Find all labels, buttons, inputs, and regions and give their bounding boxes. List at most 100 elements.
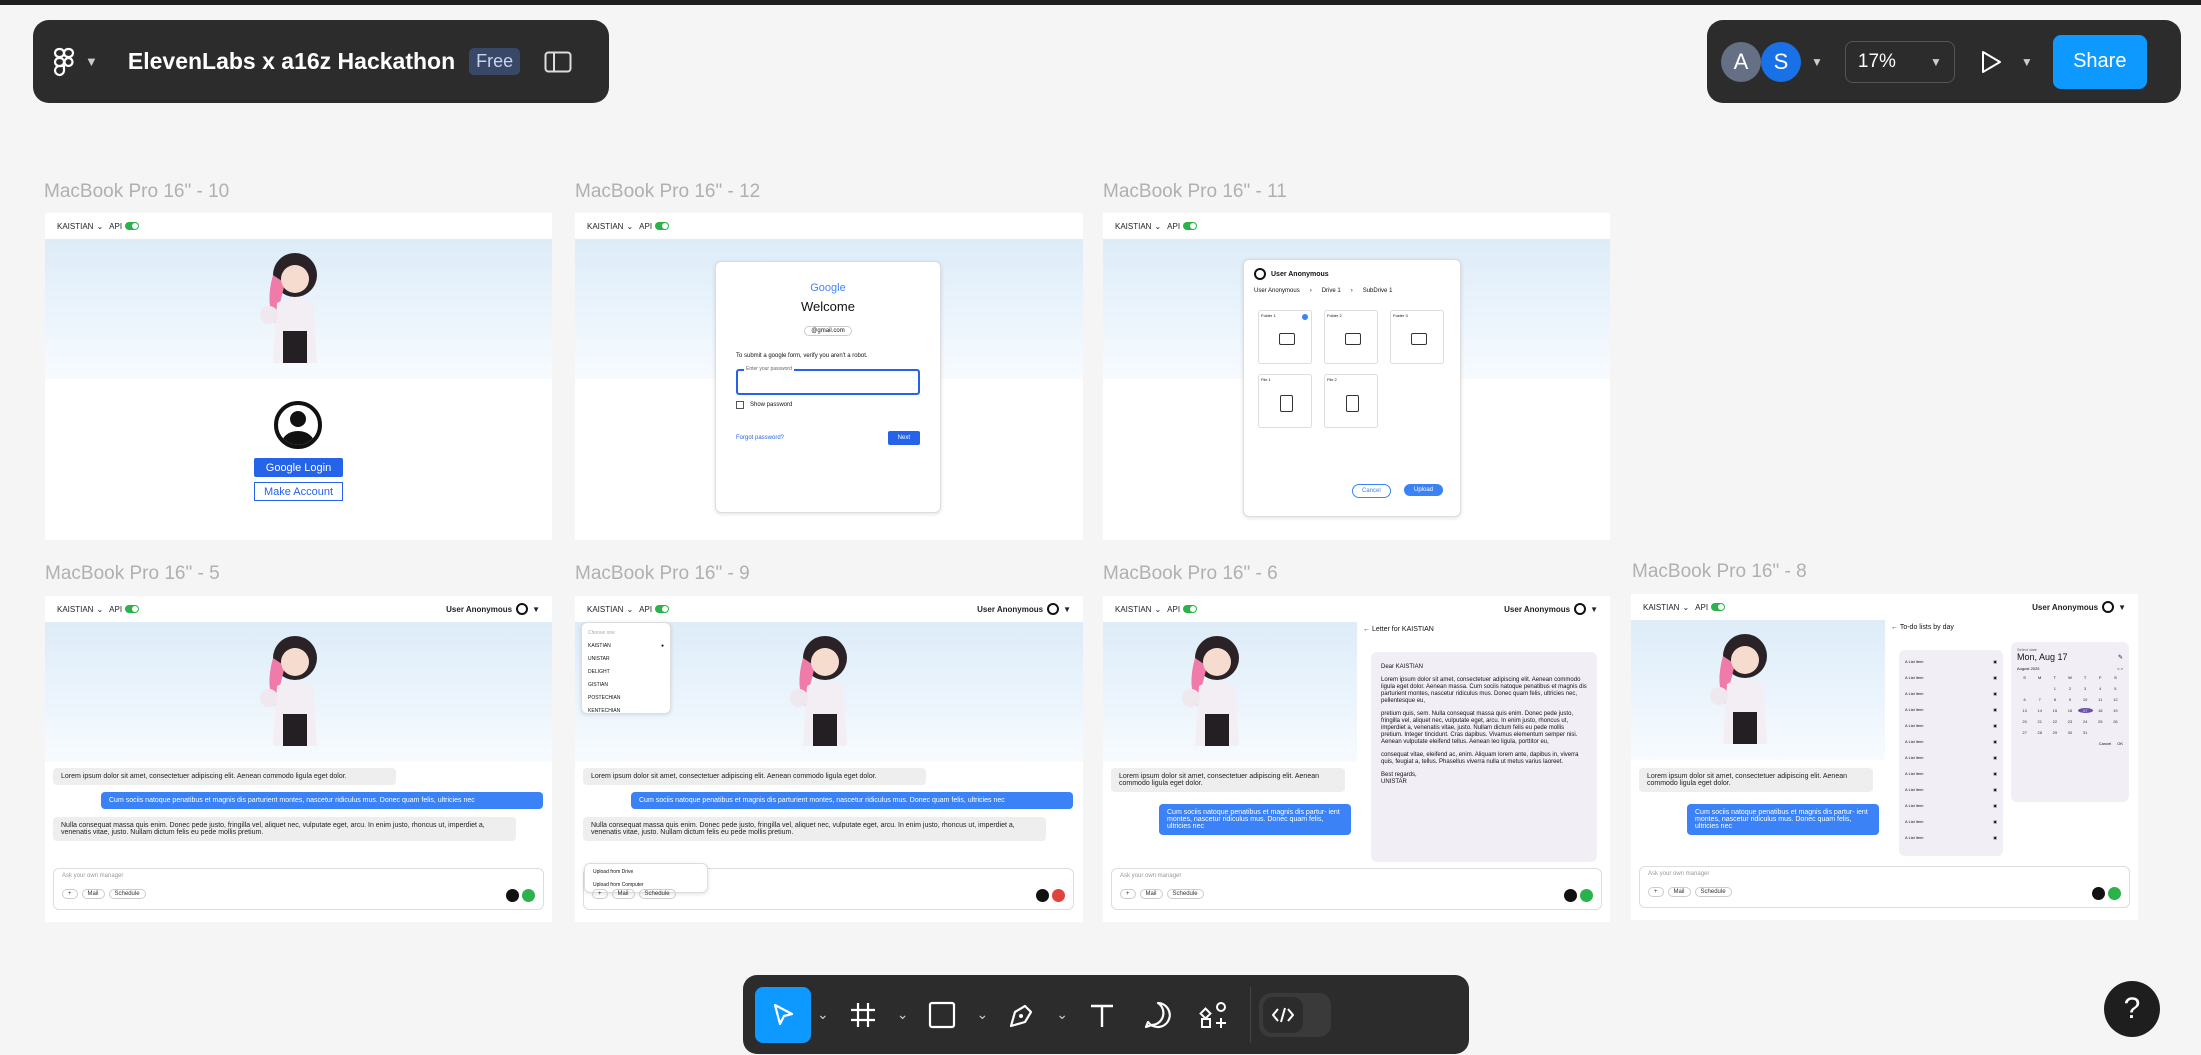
schedule-button[interactable]: Schedule	[1166, 889, 1204, 899]
chat-input[interactable]: Ask your own manager	[1120, 873, 1601, 879]
file-card[interactable]: File 1	[1258, 374, 1312, 428]
list-item[interactable]: A List item ▣	[1905, 686, 1997, 702]
account-chip[interactable]: @gmail.com	[804, 326, 852, 336]
ok-button[interactable]: OK	[2117, 741, 2123, 746]
voice-icon[interactable]	[1564, 889, 1577, 902]
chevron-down-icon[interactable]: ⌄	[897, 1006, 909, 1023]
voice-icon[interactable]	[1036, 889, 1049, 902]
breadcrumb-item[interactable]: SubDrive 1	[1363, 288, 1393, 294]
api-toggle[interactable]	[125, 605, 140, 613]
frame-label[interactable]: MacBook Pro 16" - 8	[1632, 561, 1807, 583]
mic-icon[interactable]	[522, 889, 535, 902]
list-item[interactable]: A List item ▣	[1905, 670, 1997, 686]
voice-icon[interactable]	[2092, 887, 2105, 900]
checkbox-icon[interactable]: ▣	[1993, 718, 1997, 734]
avatar-a[interactable]: A	[1721, 41, 1761, 82]
add-button[interactable]: +	[62, 889, 78, 899]
chevron-down-icon[interactable]: ⌄	[1056, 1006, 1068, 1023]
file-name[interactable]: ElevenLabs x a16z Hackathon	[128, 48, 455, 75]
school-select[interactable]: KAISTIAN	[1115, 222, 1151, 231]
mail-button[interactable]: Mail	[81, 889, 105, 899]
dropdown-option[interactable]: UNISTAR	[588, 653, 664, 666]
text-tool[interactable]	[1074, 987, 1130, 1043]
list-item[interactable]: A List item ▣	[1905, 702, 1997, 718]
pen-tool[interactable]	[994, 987, 1050, 1043]
frame-macbook-10[interactable]: KAISTIAN ⌄ API Google Login Make Account	[45, 213, 552, 540]
chevron-down-icon[interactable]: ▼	[85, 54, 98, 69]
show-password-checkbox[interactable]	[736, 401, 744, 409]
schedule-button[interactable]: Schedule	[1694, 887, 1732, 897]
list-item[interactable]: A List item ▣	[1905, 734, 1997, 750]
school-select[interactable]: KAISTIAN	[1115, 605, 1151, 614]
chevron-down-icon[interactable]: ▼	[1063, 605, 1071, 614]
mic-icon[interactable]	[2108, 887, 2121, 900]
voice-icon[interactable]	[506, 889, 519, 902]
chevron-down-icon[interactable]: ▼	[2118, 603, 2126, 612]
checkbox-icon[interactable]: ▣	[1993, 798, 1997, 814]
add-button[interactable]: +	[1120, 889, 1136, 899]
frame-label[interactable]: MacBook Pro 16" - 6	[1103, 563, 1278, 585]
forgot-password-link[interactable]: Forgot password?	[736, 435, 784, 441]
user-menu[interactable]: User Anonymous	[1504, 605, 1570, 614]
folder-card[interactable]: Folder 1	[1258, 310, 1312, 364]
frame-label[interactable]: MacBook Pro 16" - 10	[44, 181, 229, 203]
shape-tool[interactable]	[914, 987, 970, 1043]
checkbox-icon[interactable]: ▣	[1993, 654, 1997, 670]
back-arrow-icon[interactable]: ←	[1363, 626, 1370, 633]
mic-off-icon[interactable]	[1052, 889, 1065, 902]
chevron-down-icon[interactable]: ▼	[1590, 605, 1598, 614]
dropdown-option[interactable]: KENTECHIAN	[588, 705, 664, 718]
user-menu[interactable]: User Anonymous	[2032, 603, 2098, 612]
folder-card[interactable]: Folder 2	[1324, 310, 1378, 364]
dev-mode-toggle[interactable]	[1258, 992, 1331, 1037]
checkbox-icon[interactable]: ▣	[1993, 782, 1997, 798]
api-toggle[interactable]	[655, 222, 670, 230]
mail-button[interactable]: Mail	[1139, 889, 1163, 899]
frame-macbook-5[interactable]: KAISTIAN ⌄ API User Anonymous ▼ Lorem ipsum …	[45, 596, 552, 922]
schedule-button[interactable]: Schedule	[108, 889, 146, 899]
frame-label[interactable]: MacBook Pro 16" - 11	[1103, 181, 1287, 203]
dropdown-option[interactable]: KAISTIAN ●	[588, 640, 664, 653]
checkbox-icon[interactable]: ▣	[1993, 670, 1997, 686]
chevron-down-icon[interactable]: ▼	[2021, 55, 2033, 69]
chevron-down-icon[interactable]: ▼	[1811, 55, 1823, 69]
mic-icon[interactable]	[1580, 889, 1593, 902]
frame-macbook-6[interactable]: KAISTIAN ⌄ API User Anonymous ▼ Lorem ipsum …	[1103, 596, 1610, 922]
school-select[interactable]: KAISTIAN	[57, 605, 93, 614]
list-item[interactable]: A List item ▣	[1905, 654, 1997, 670]
api-toggle[interactable]	[655, 605, 670, 613]
school-select[interactable]: KAISTIAN	[587, 222, 623, 231]
checkbox-icon[interactable]: ▣	[1993, 702, 1997, 718]
checkbox-icon[interactable]: ▣	[1993, 750, 1997, 766]
mail-button[interactable]: Mail	[611, 889, 635, 899]
avatar-s[interactable]: S	[1761, 41, 1801, 82]
cancel-button[interactable]: Cancel	[2099, 741, 2111, 746]
list-item[interactable]: A List item ▣	[1905, 718, 1997, 734]
school-select[interactable]: KAISTIAN	[587, 605, 623, 614]
school-select[interactable]: KAISTIAN	[57, 222, 93, 231]
dropdown-option[interactable]: DELIGHT	[588, 666, 664, 679]
frame-macbook-11[interactable]: KAISTIAN ⌄ API User Anonymous User Anonymo…	[1103, 213, 1610, 540]
zoom-control[interactable]: 17% ▼	[1844, 40, 1955, 83]
schedule-button[interactable]: Schedule	[638, 889, 676, 899]
move-tool[interactable]	[755, 986, 811, 1043]
checkbox-icon[interactable]: ▣	[1993, 734, 1997, 750]
breadcrumb-item[interactable]: Drive 1	[1322, 288, 1341, 294]
actions-tool[interactable]	[1186, 987, 1242, 1043]
month-nav-icon[interactable]: < >	[2117, 666, 2123, 671]
sidebar-toggle-icon[interactable]	[544, 51, 572, 73]
api-toggle[interactable]	[1183, 605, 1198, 613]
present-play-icon[interactable]	[1979, 49, 2003, 75]
comment-tool[interactable]	[1130, 987, 1186, 1043]
list-item[interactable]: A List item ▣	[1905, 830, 1997, 846]
checkbox-icon[interactable]: ▣	[1993, 830, 1997, 846]
api-toggle[interactable]	[125, 222, 140, 230]
make-account-button[interactable]: Make Account	[254, 482, 343, 501]
checkbox-icon[interactable]: ▣	[1993, 766, 1997, 782]
checkbox-icon[interactable]: ▣	[1993, 814, 1997, 830]
breadcrumb-item[interactable]: User Anonymous	[1254, 288, 1300, 294]
chat-input[interactable]: Ask your own manager	[1648, 871, 2129, 877]
add-button[interactable]: +	[592, 889, 608, 899]
frame-label[interactable]: MacBook Pro 16" - 9	[575, 563, 750, 585]
frame-macbook-12[interactable]: KAISTIAN ⌄ API Google Welcome @gmail.com T…	[575, 213, 1083, 540]
